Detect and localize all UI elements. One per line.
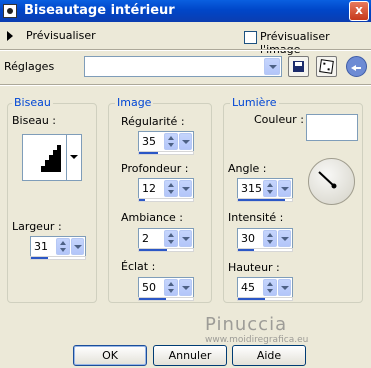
reset-arrow-icon — [351, 65, 361, 71]
elevation-value: 45 — [241, 281, 255, 294]
bevel-group — [7, 103, 97, 303]
separator — [0, 84, 371, 86]
presets-label: Réglages — [4, 60, 55, 73]
elevation-label: Hauteur : — [228, 261, 280, 274]
shininess-spinner[interactable]: 50 — [138, 277, 194, 298]
smoothness-value: 35 — [142, 135, 156, 148]
chevron-down-icon[interactable] — [66, 135, 81, 180]
angle-level-bar[interactable] — [237, 198, 293, 202]
spin-arrows-icon[interactable] — [164, 133, 178, 150]
dial-needle-icon — [318, 171, 337, 189]
chevron-down-icon[interactable] — [179, 133, 192, 150]
spin-arrows-icon[interactable] — [263, 279, 277, 296]
dice-icon — [319, 59, 334, 74]
smoothness-level-bar[interactable] — [138, 151, 194, 155]
randomize-button[interactable] — [316, 56, 337, 77]
image-preview-label: Prévisualiser l'image — [260, 30, 330, 56]
spin-arrows-icon[interactable] — [263, 230, 277, 247]
width-spinner[interactable]: 31 — [30, 236, 86, 257]
shininess-value: 50 — [142, 281, 156, 294]
preview-toggle-label[interactable]: Prévisualiser — [26, 29, 96, 42]
ambience-level-fill — [139, 249, 168, 251]
smoothness-spinner[interactable]: 35 — [138, 131, 194, 152]
spin-arrows-icon[interactable] — [164, 279, 178, 296]
width-level-fill — [31, 257, 48, 259]
width-label: Largeur : — [12, 220, 62, 233]
bevel-shape-label: Biseau : — [12, 114, 57, 127]
elevation-level-fill — [238, 298, 265, 300]
elevation-spinner[interactable]: 45 — [237, 277, 293, 298]
smoothness-level-fill — [139, 152, 158, 154]
width-value: 31 — [34, 240, 48, 253]
depth-label: Profondeur : — [121, 162, 189, 175]
image-preview-checkbox[interactable] — [244, 31, 257, 44]
ok-button[interactable]: OK — [73, 345, 147, 366]
chevron-down-icon[interactable] — [179, 180, 192, 197]
angle-dial[interactable] — [308, 158, 355, 205]
chevron-down-icon[interactable] — [278, 230, 291, 247]
chevron-down-icon[interactable] — [278, 180, 291, 197]
angle-level-fill — [238, 199, 286, 201]
help-button[interactable]: Aide — [232, 345, 306, 366]
color-label: Couleur : — [254, 113, 304, 126]
spin-arrows-icon[interactable] — [56, 238, 70, 255]
bevel-profile-icon — [33, 145, 61, 172]
reset-button[interactable] — [346, 56, 367, 77]
intensity-spinner[interactable]: 30 — [237, 228, 293, 249]
shininess-level-bar[interactable] — [138, 297, 194, 301]
spin-arrows-icon[interactable] — [164, 180, 178, 197]
chevron-down-icon[interactable] — [179, 279, 192, 296]
cancel-button[interactable]: Annuler — [153, 345, 227, 366]
chevron-down-icon[interactable] — [264, 58, 280, 75]
expand-arrow-icon[interactable] — [7, 31, 13, 41]
shininess-label: Éclat : — [121, 260, 156, 273]
ambience-label: Ambiance : — [121, 211, 184, 224]
intensity-level-fill — [238, 249, 255, 251]
ambience-level-bar[interactable] — [138, 248, 194, 252]
spin-arrows-icon[interactable] — [164, 230, 178, 247]
app-icon — [3, 4, 17, 18]
elevation-level-bar[interactable] — [237, 297, 293, 301]
save-preset-button[interactable] — [288, 56, 309, 77]
intensity-value: 30 — [241, 232, 255, 245]
intensity-level-bar[interactable] — [237, 248, 293, 252]
light-color-swatch[interactable] — [306, 114, 358, 141]
angle-spinner[interactable]: 315 — [237, 178, 293, 199]
smoothness-label: Régularité : — [121, 115, 185, 128]
watermark-name: Pinuccia — [205, 314, 288, 335]
presets-dropdown[interactable] — [84, 56, 282, 77]
shininess-level-fill — [139, 298, 166, 300]
window-title: Biseautage intérieur — [24, 3, 175, 18]
depth-spinner[interactable]: 12 — [138, 178, 194, 199]
chevron-down-icon[interactable] — [179, 230, 192, 247]
angle-label: Angle : — [228, 162, 267, 175]
separator — [0, 49, 371, 51]
close-button[interactable]: x — [349, 1, 369, 21]
intensity-label: Intensité : — [228, 211, 284, 224]
watermark-url: www.moidiregrafica.eu — [205, 335, 309, 345]
image-group-title: Image — [115, 96, 154, 109]
depth-level-fill — [139, 199, 146, 201]
ambience-value: 2 — [142, 232, 149, 245]
bevel-shape-picker[interactable] — [22, 134, 82, 181]
title-bar: Biseautage intérieur — [0, 0, 371, 22]
chevron-down-icon[interactable] — [278, 279, 291, 296]
bevel-group-title: Biseau — [12, 96, 53, 109]
angle-value: 315 — [241, 182, 262, 195]
floppy-disk-icon — [293, 61, 304, 72]
chevron-down-icon[interactable] — [71, 238, 84, 255]
depth-value: 12 — [142, 182, 156, 195]
width-level-bar[interactable] — [30, 256, 86, 260]
spin-arrows-icon[interactable] — [263, 180, 277, 197]
ambience-spinner[interactable]: 2 — [138, 228, 194, 249]
light-group-title: Lumière — [230, 96, 279, 109]
depth-level-bar[interactable] — [138, 198, 194, 202]
